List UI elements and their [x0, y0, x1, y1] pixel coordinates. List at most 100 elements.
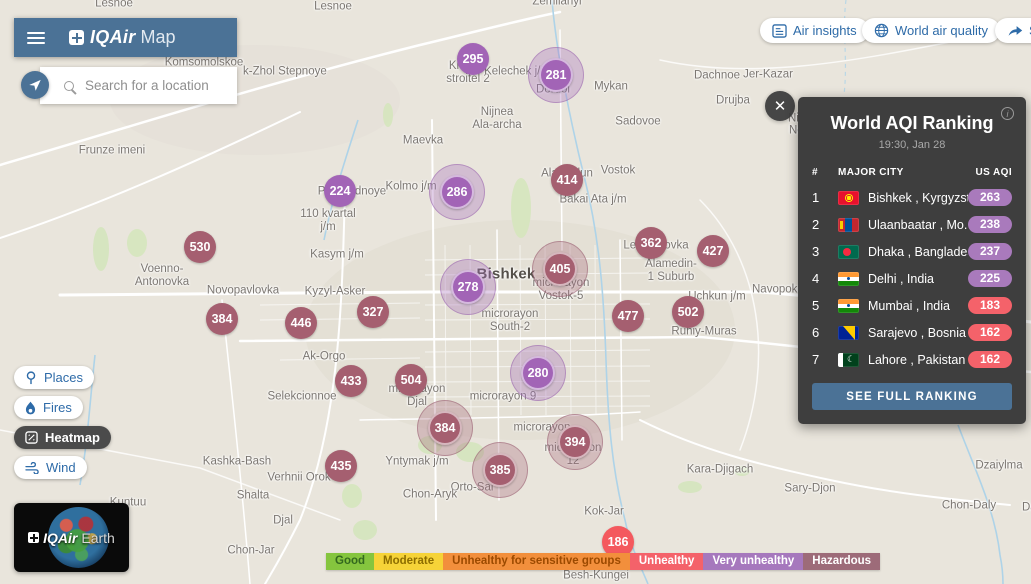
share-button[interactable]: S — [995, 18, 1031, 43]
air-insights-label: Air insights — [793, 23, 857, 38]
aqi-marker-385[interactable]: 385 — [483, 453, 517, 487]
ranking-row-3[interactable]: 3 Dhaka , Bangladesh237 — [798, 238, 1026, 265]
aqi-marker-504[interactable]: 504 — [395, 364, 427, 396]
world-air-quality-label: World air quality — [895, 23, 988, 38]
close-ranking-icon[interactable]: ✕ — [765, 91, 795, 121]
aqi-marker-281[interactable]: 281 — [539, 58, 573, 92]
aqi-marker-405[interactable]: 405 — [543, 252, 577, 286]
map-canvas[interactable]: LesnoeLesnoeZemlianyiKomsomolskoek-Zhol … — [0, 0, 1031, 584]
map-label: Dzaiylma — [975, 460, 1022, 473]
col-aqi: US AQI — [968, 167, 1012, 178]
legend-item-very-unhealthy: Very unhealthy — [703, 553, 803, 570]
map-label: Kyzyl-Asker — [305, 286, 366, 299]
earth-brand-label: IQAir — [43, 530, 77, 546]
map-label: Kara-Djigach — [687, 464, 753, 477]
navigation-arrow-icon — [28, 78, 42, 92]
rank-number: 3 — [812, 244, 838, 259]
aqi-marker-278[interactable]: 278 — [451, 270, 485, 304]
map-label: Besh-Kungei — [563, 570, 629, 583]
aqi-marker-362[interactable]: 362 — [635, 227, 667, 259]
map-label: k-Zhol Stepnoye — [243, 66, 327, 79]
ranking-row-2[interactable]: 2Ulaanbaatar , Mo...238 — [798, 211, 1026, 238]
map-label: Kashka-Bash — [203, 456, 271, 469]
aqi-marker-433[interactable]: 433 — [335, 365, 367, 397]
search-icon — [64, 81, 74, 91]
map-label: Verhnii Orok — [267, 472, 330, 485]
layer-wind-button[interactable]: Wind — [14, 456, 87, 479]
map-label: Ak-Orgo — [303, 351, 346, 364]
map-label: Shalta — [237, 490, 270, 503]
pakistan-flag — [838, 353, 859, 367]
ranking-row-6[interactable]: 6Sarajevo , Bosnia ...162 — [798, 319, 1026, 346]
ranking-row-1[interactable]: 1Bishkek , Kyrgyzstan263 — [798, 184, 1026, 211]
city-name: Ulaanbaatar , Mo... — [868, 218, 968, 232]
rank-number: 5 — [812, 298, 838, 313]
panel-title: World AQI Ranking — [798, 113, 1026, 134]
map-label: Sadovoe — [615, 116, 660, 129]
map-label: Djal — [273, 515, 293, 528]
layer-fires-button[interactable]: Fires — [14, 396, 83, 419]
app-header: IQAir Map — [14, 18, 237, 57]
aqi-badge: 263 — [968, 189, 1012, 206]
aqi-marker-286[interactable]: 286 — [440, 175, 474, 209]
search-input[interactable] — [83, 77, 223, 94]
ranking-row-7[interactable]: 7Lahore , Pakistan162 — [798, 346, 1026, 373]
aqi-marker-384[interactable]: 384 — [206, 303, 238, 335]
air-insights-button[interactable]: Air insights — [760, 18, 869, 43]
legend-item-unhealthy-for-sensitive-groups: Unhealthy for sensitive groups — [443, 553, 630, 570]
info-icon[interactable]: i — [1001, 107, 1014, 120]
product-name: Map — [141, 27, 176, 48]
map-label: Chon-Aryk — [403, 489, 457, 502]
aqi-marker-414[interactable]: 414 — [551, 164, 583, 196]
map-label: Alamedin- 1 Suburb — [645, 258, 697, 284]
col-city: MAJOR CITY — [838, 167, 968, 178]
map-label: Nijnea Ala-archa — [472, 106, 521, 132]
aqi-marker-224[interactable]: 224 — [324, 175, 356, 207]
locate-me-button[interactable] — [21, 71, 49, 99]
aqi-marker-384[interactable]: 384 — [428, 411, 462, 445]
earth-product-label: Earth — [81, 530, 114, 546]
bosnia-flag — [838, 326, 859, 340]
aqi-badge: 237 — [968, 243, 1012, 260]
aqi-marker-435[interactable]: 435 — [325, 450, 357, 482]
city-name: Dhaka , Bangladesh — [868, 245, 968, 259]
map-label: Day — [1022, 502, 1031, 515]
aqi-marker-327[interactable]: 327 — [357, 296, 389, 328]
city-name: Sarajevo , Bosnia ... — [868, 326, 968, 340]
aqi-marker-477[interactable]: 477 — [612, 300, 644, 332]
menu-icon[interactable] — [27, 29, 45, 47]
map-label: Kok-Jar — [584, 506, 624, 519]
aqi-marker-295[interactable]: 295 — [457, 43, 489, 75]
city-name: Lahore , Pakistan — [868, 353, 968, 367]
fire-icon — [25, 401, 36, 415]
india-flag — [838, 272, 859, 286]
aqi-marker-427[interactable]: 427 — [697, 235, 729, 267]
world-air-quality-button[interactable]: World air quality — [862, 18, 1000, 43]
layer-places-label: Places — [44, 370, 83, 385]
aqi-marker-502[interactable]: 502 — [672, 296, 704, 328]
rank-number: 4 — [812, 271, 838, 286]
map-label: Ruhiy-Muras — [671, 326, 736, 339]
brand-name: IQAir — [90, 27, 136, 48]
legend-item-good: Good — [326, 553, 374, 570]
legend-item-moderate: Moderate — [374, 553, 443, 570]
layer-fires-label: Fires — [43, 400, 72, 415]
aqi-marker-530[interactable]: 530 — [184, 231, 216, 263]
aqi-marker-394[interactable]: 394 — [558, 425, 592, 459]
map-label: Frunze imeni — [79, 145, 145, 158]
layer-heatmap-button[interactable]: Heatmap — [14, 426, 111, 449]
aqi-badge: 183 — [968, 297, 1012, 314]
legend-item-hazardous: Hazardous — [803, 553, 880, 570]
aqi-marker-280[interactable]: 280 — [521, 356, 555, 390]
ranking-row-5[interactable]: 5Mumbai , India183 — [798, 292, 1026, 319]
see-full-ranking-button[interactable]: SEE FULL RANKING — [812, 383, 1012, 410]
layer-places-button[interactable]: Places — [14, 366, 94, 389]
map-label: Drujba — [716, 95, 750, 108]
map-label: Yntymak j/m — [385, 456, 448, 469]
ranking-row-4[interactable]: 4Delhi , India225 — [798, 265, 1026, 292]
iqair-earth-preview[interactable]: IQAir Earth — [14, 503, 129, 572]
aqi-marker-446[interactable]: 446 — [285, 307, 317, 339]
wind-icon — [25, 462, 39, 474]
map-label: Kasym j/m — [310, 249, 364, 262]
ranking-column-headers: # MAJOR CITY US AQI — [812, 167, 1012, 178]
